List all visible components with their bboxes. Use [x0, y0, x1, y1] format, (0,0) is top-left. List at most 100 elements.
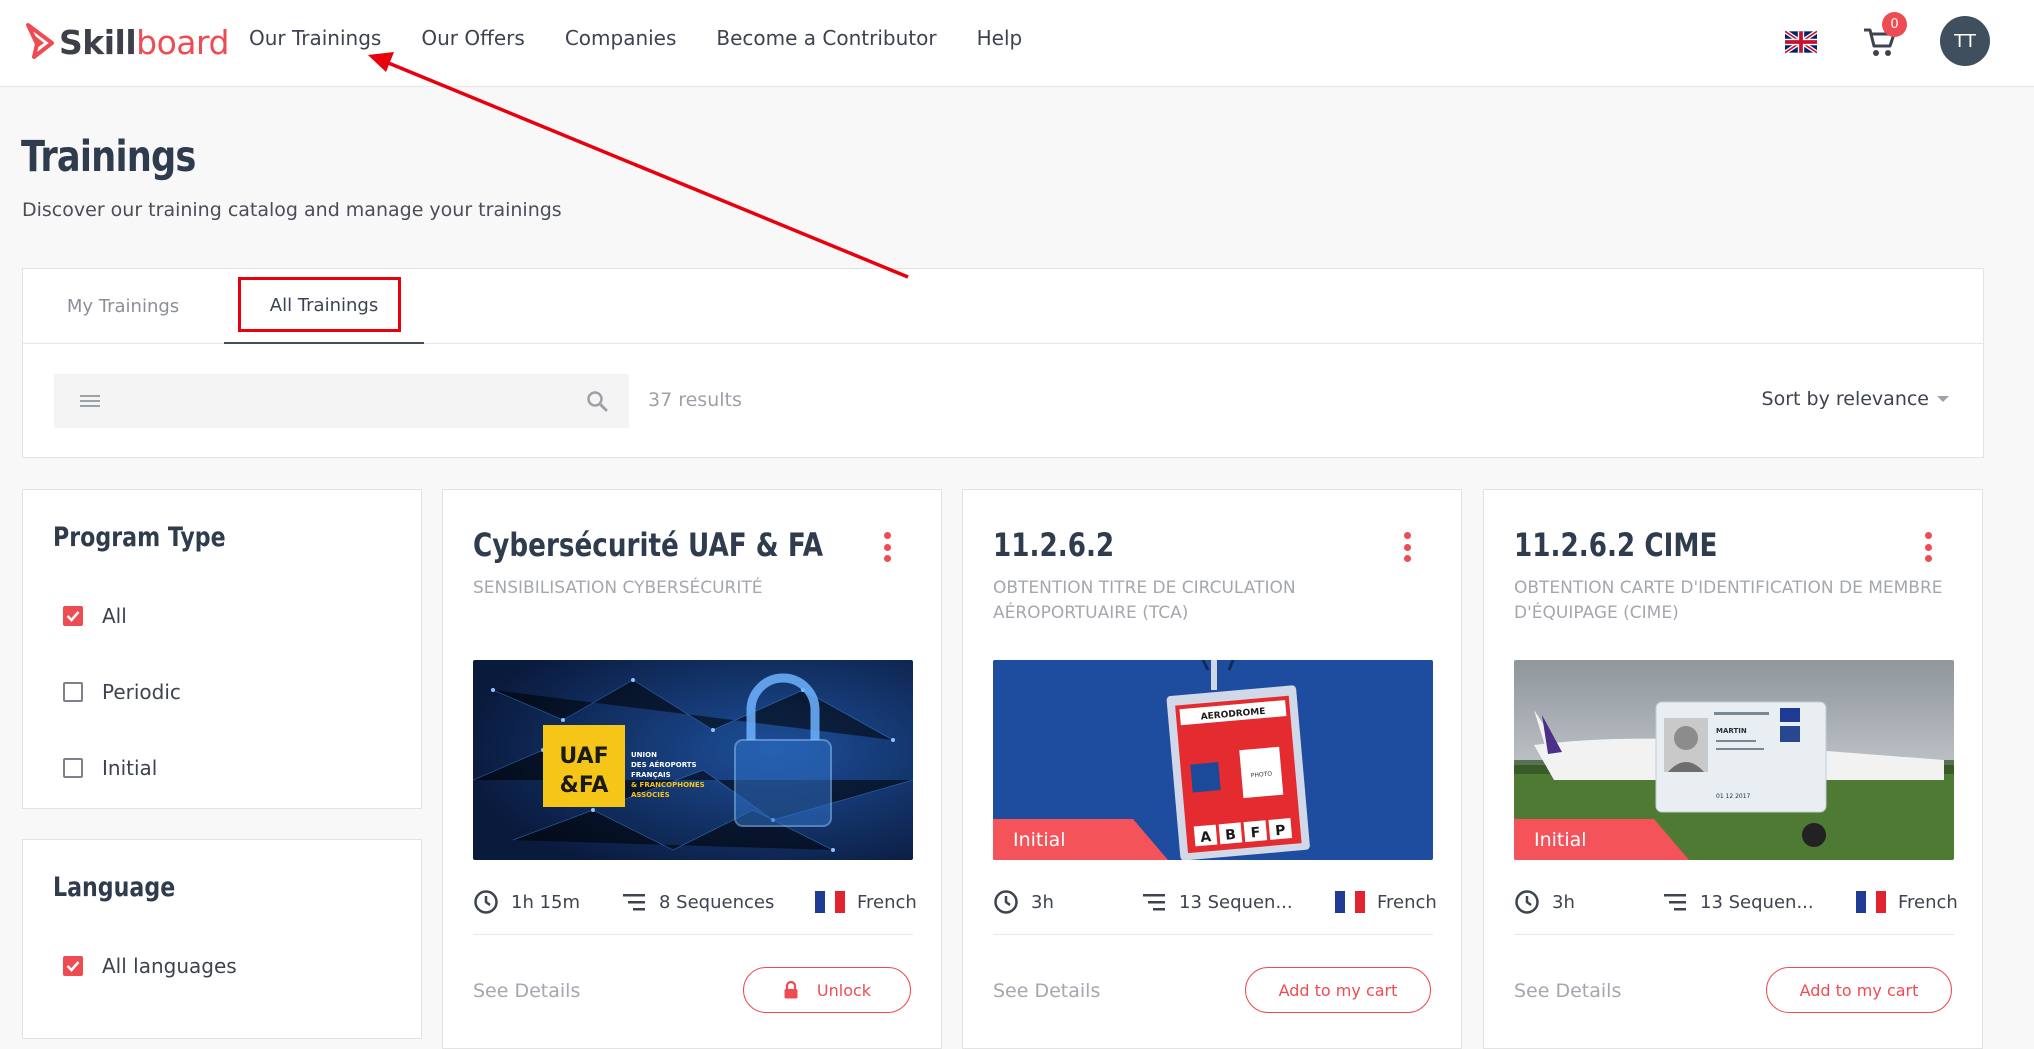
uaf-caption-line3: FRANÇAIS	[631, 771, 671, 779]
france-flag-icon	[1856, 891, 1886, 913]
card-meta: 3h 13 Sequen... French	[993, 882, 1437, 922]
tca-letter-a: A	[1200, 829, 1212, 846]
sort-dropdown[interactable]: Sort by relevance	[1762, 388, 1949, 410]
uk-flag-icon[interactable]	[1785, 30, 1817, 54]
see-details-link[interactable]: See Details	[993, 980, 1100, 1002]
divider	[473, 934, 913, 935]
checkbox-checked[interactable]	[63, 956, 83, 976]
add-to-cart-button[interactable]: Add to my cart	[1766, 967, 1952, 1013]
logo-text-strong: Skill	[59, 22, 137, 62]
card-image[interactable]: UAF &FA UNION DES AÉROPORTS FRANÇAIS & F…	[473, 660, 913, 860]
top-header: Skillboard Our Trainings Our Offers Comp…	[0, 0, 2034, 87]
card-subtitle: OBTENTION CARTE D'IDENTIFICATION DE MEMB…	[1514, 578, 1943, 623]
tabs-row: My Trainings All Trainings	[23, 269, 1983, 344]
nav-our-trainings[interactable]: Our Trainings	[249, 26, 381, 50]
training-card[interactable]: 11.2.6.2 OBTENTION TITRE DE CIRCULATION …	[962, 489, 1462, 1049]
nav-become-contributor[interactable]: Become a Contributor	[716, 26, 936, 50]
lock-icon	[784, 981, 798, 999]
kebab-menu-icon[interactable]	[1922, 532, 1934, 566]
tca-letter-b: B	[1225, 827, 1237, 844]
uaf-caption-line4: & FRANCOPHONES	[631, 781, 705, 789]
duration: 3h	[993, 882, 1054, 922]
card-title: 11.2.6.2	[993, 526, 1115, 564]
add-to-cart-button[interactable]: Add to my cart	[1245, 967, 1431, 1013]
play-logo-icon	[26, 23, 54, 59]
language-text: French	[1898, 891, 1958, 913]
search-box	[54, 374, 629, 428]
divider	[993, 934, 1433, 935]
kebab-menu-icon[interactable]	[1401, 532, 1413, 566]
caret-down-icon	[1937, 396, 1949, 402]
sequences: 13 Sequen...	[1664, 882, 1814, 922]
cime-card-name: MARTIN	[1716, 727, 1747, 735]
search-input[interactable]	[114, 374, 544, 428]
checkbox-unchecked[interactable]	[63, 758, 83, 778]
nav-help[interactable]: Help	[977, 26, 1023, 50]
cart-count-badge: 0	[1882, 12, 1907, 37]
uaf-caption-line5: ASSOCIÉS	[631, 790, 670, 799]
sequences-text: 13 Sequen...	[1700, 891, 1814, 913]
filter-program-type: Program Type All Periodic Initial	[22, 489, 422, 809]
unlock-button[interactable]: Unlock	[743, 967, 911, 1013]
tca-letter-p: P	[1275, 823, 1287, 840]
sequences-icon	[1664, 894, 1686, 911]
see-details-link[interactable]: See Details	[473, 980, 580, 1002]
clock-icon	[474, 890, 498, 914]
tab-my-trainings[interactable]: My Trainings	[43, 269, 203, 344]
duration: 1h 15m	[473, 882, 580, 922]
card-subtitle: OBTENTION TITRE DE CIRCULATION AÉROPORTU…	[993, 578, 1296, 623]
language: French	[815, 882, 917, 922]
logo-text: Skillboard	[59, 26, 229, 59]
filter-option-initial[interactable]: Initial	[63, 756, 157, 780]
see-details-link[interactable]: See Details	[1514, 980, 1621, 1002]
clock-icon	[994, 890, 1018, 914]
filter-menu-icon[interactable]	[80, 392, 100, 410]
filter-option-periodic[interactable]: Periodic	[63, 680, 181, 704]
check-icon	[66, 611, 80, 622]
sort-label: Sort by relevance	[1761, 388, 1929, 410]
sequences-text: 13 Sequen...	[1179, 891, 1293, 913]
duration-text: 3h	[1031, 891, 1054, 913]
check-icon	[66, 961, 80, 972]
filter-title: Program Type	[53, 522, 226, 553]
nav-companies[interactable]: Companies	[565, 26, 677, 50]
language-text: French	[1377, 891, 1437, 913]
logo-text-light: board	[136, 22, 229, 62]
filter-option-all-languages[interactable]: All languages	[63, 954, 237, 978]
tab-all-trainings[interactable]: All Trainings	[224, 269, 424, 344]
user-avatar[interactable]: TT	[1940, 16, 1990, 66]
filter-option-label: Initial	[102, 756, 158, 780]
search-icon[interactable]	[586, 390, 608, 412]
filter-option-all[interactable]: All	[63, 604, 127, 628]
main-nav: Our Trainings Our Offers Companies Becom…	[249, 26, 1062, 50]
trainings-toolbar-panel: My Trainings All Trainings 37 results So…	[22, 268, 1984, 458]
training-card[interactable]: 11.2.6.2 CIME OBTENTION CARTE D'IDENTIFI…	[1483, 489, 1983, 1049]
language: French	[1335, 882, 1437, 922]
checkbox-checked[interactable]	[63, 606, 83, 626]
card-meta: 3h 13 Sequen... French	[1514, 882, 1958, 922]
card-image[interactable]: AERODROME PHOTO A B F P Initial	[993, 660, 1433, 860]
kebab-menu-icon[interactable]	[881, 532, 893, 566]
uaf-caption-line1: UNION	[631, 751, 657, 759]
clock-icon	[1515, 890, 1539, 914]
page-subtitle: Discover our training catalog and manage…	[22, 199, 562, 221]
uaf-logo-text-line2: &FA	[560, 773, 609, 798]
cybersecurity-image: UAF &FA UNION DES AÉROPORTS FRANÇAIS & F…	[473, 660, 913, 860]
filter-option-label: All	[102, 604, 127, 628]
uaf-caption-line2: DES AÉROPORTS	[631, 760, 697, 769]
filter-title: Language	[53, 872, 176, 903]
unlock-label: Unlock	[816, 980, 872, 1000]
sequences-text: 8 Sequences	[659, 891, 775, 913]
card-image[interactable]: MARTIN 01 12 2017 Initial	[1514, 660, 1954, 860]
duration-text: 1h 15m	[511, 891, 581, 913]
results-count: 37 results	[648, 389, 742, 411]
training-card[interactable]: Cybersécurité UAF & FA SENSIBILISATION C…	[442, 489, 942, 1049]
filter-option-label: All languages	[102, 954, 237, 978]
sequences: 13 Sequen...	[1143, 882, 1293, 922]
skillboard-logo[interactable]: Skillboard	[25, 20, 229, 64]
france-flag-icon	[815, 891, 845, 913]
nav-our-offers[interactable]: Our Offers	[421, 26, 524, 50]
duration-text: 3h	[1552, 891, 1575, 913]
checkbox-unchecked[interactable]	[63, 682, 83, 702]
divider	[1514, 934, 1954, 935]
